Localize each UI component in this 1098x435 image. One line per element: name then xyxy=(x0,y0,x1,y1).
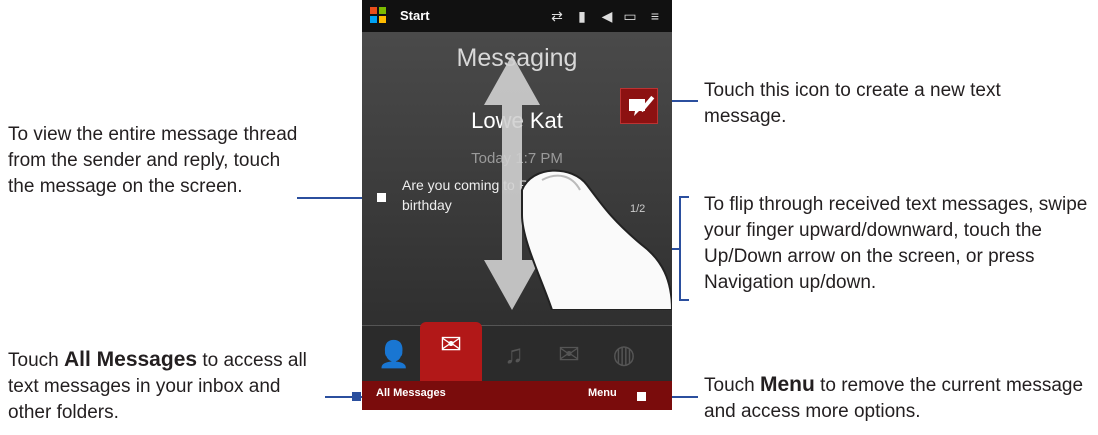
start-label[interactable]: Start xyxy=(400,8,430,23)
all-messages-bold: All Messages xyxy=(63,348,198,371)
connector-all-messages-end xyxy=(352,392,361,401)
tab-email[interactable]: ✉ xyxy=(547,332,591,376)
menu-bold: Menu xyxy=(759,373,815,396)
menu-pre: Touch xyxy=(704,375,760,396)
windows-logo-icon[interactable] xyxy=(369,6,387,24)
callout-all-messages: Touch All Messages to access all text me… xyxy=(8,347,328,426)
messaging-icon: ✉ xyxy=(440,329,462,359)
signal-icon: ▮ xyxy=(578,8,586,24)
menu-lines-icon[interactable]: ≡ xyxy=(647,8,663,24)
softkey-bar: All Messages Menu xyxy=(362,381,672,410)
contact-icon: 👤 xyxy=(377,339,411,369)
tab-bar: 👤 ✉ ♫ ✉ ◍ xyxy=(362,322,672,382)
status-bar: Start ⇄ ▮ ◀ ▭ ≡ xyxy=(362,0,672,32)
battery-icon: ▭ xyxy=(623,8,637,24)
finger-swipe-icon xyxy=(521,169,672,310)
connectivity-icon: ⇄ xyxy=(551,8,563,24)
volume-icon: ◀ xyxy=(601,8,613,24)
tab-internet[interactable]: ◍ xyxy=(602,332,646,376)
callout-new-message: Touch this icon to create a new text mes… xyxy=(704,80,1001,127)
email-icon: ✉ xyxy=(558,339,580,369)
tab-messaging[interactable]: ✉ xyxy=(420,322,482,382)
phone-screen: Start ⇄ ▮ ◀ ▭ ≡ Messaging Lowe Kat Today… xyxy=(362,0,672,410)
callout-view-thread: To view the entire message thread from t… xyxy=(8,124,298,197)
connector-view-thread-end xyxy=(377,193,386,202)
bracket-flip-top xyxy=(679,196,689,198)
callout-flip: To flip through received text messages, … xyxy=(704,194,1088,293)
connector-menu-end xyxy=(637,392,646,401)
bracket-flip xyxy=(679,196,681,301)
menu-softkey[interactable]: Menu xyxy=(588,387,617,399)
all-messages-pre: Touch xyxy=(8,350,64,371)
all-messages-softkey[interactable]: All Messages xyxy=(376,387,446,399)
music-icon: ♫ xyxy=(504,339,524,369)
tab-music[interactable]: ♫ xyxy=(492,332,536,376)
callout-menu: Touch Menu to remove the current message… xyxy=(704,372,1094,425)
tab-contacts[interactable]: 👤 xyxy=(372,332,416,376)
bracket-flip-bottom xyxy=(679,299,689,301)
internet-icon: ◍ xyxy=(612,339,636,369)
